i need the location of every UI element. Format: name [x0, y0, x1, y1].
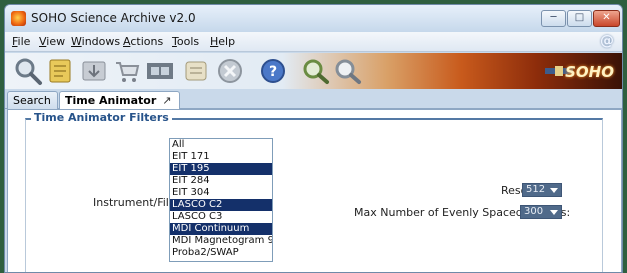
- filmstrip-icon[interactable]: [145, 56, 175, 86]
- instrument-option[interactable]: EIT 195: [170, 163, 272, 175]
- app-window: SOHO Science Archive v2.0 ─ □ ✕ File Vie…: [4, 4, 623, 273]
- close-button[interactable]: ✕: [593, 10, 620, 27]
- search-zoom-icon[interactable]: [301, 56, 331, 86]
- instrument-option[interactable]: LASCO C3: [170, 211, 272, 223]
- instrument-option[interactable]: All: [170, 139, 272, 151]
- instrument-option[interactable]: EIT 304: [170, 187, 272, 199]
- instrument-option[interactable]: Proba2/SWAP: [170, 247, 272, 259]
- instrument-filter-list[interactable]: All EIT 171 EIT 195 EIT 284 EIT 304 LASCO C2 L…: [169, 138, 273, 262]
- svg-text:?: ?: [269, 64, 277, 80]
- menu-file[interactable]: File: [12, 35, 30, 48]
- menu-bar: File View Windows Actions Tools Help @: [5, 32, 622, 52]
- title-bar[interactable]: SOHO Science Archive v2.0 ─ □ ✕: [5, 5, 622, 32]
- panel-title: Time Animator Filters: [31, 111, 172, 124]
- menu-windows[interactable]: Windows: [71, 35, 120, 48]
- max-images-select[interactable]: 300: [520, 205, 562, 219]
- minimize-button[interactable]: ─: [541, 10, 566, 27]
- stop-icon[interactable]: [215, 56, 245, 86]
- time-animator-filters-panel: Time Animator Filters Instrument/Filter:…: [25, 111, 603, 272]
- search-clear-icon[interactable]: [333, 56, 363, 86]
- soho-logo: SOHO: [565, 63, 614, 81]
- toolbar: ? SOHO: [5, 53, 622, 89]
- sun-app-icon: [11, 11, 26, 26]
- max-images-value: 300: [524, 206, 544, 217]
- chevron-down-icon: [550, 210, 558, 215]
- instrument-option[interactable]: EIT 171: [170, 151, 272, 163]
- chevron-down-icon: [550, 188, 558, 193]
- tab-time-animator-label: Time Animator: [65, 94, 157, 107]
- tab-search-label: Search: [13, 94, 51, 107]
- maximize-button[interactable]: □: [567, 10, 592, 27]
- help-icon[interactable]: ?: [258, 56, 288, 86]
- resolution-value: 512: [526, 184, 546, 195]
- instrument-option[interactable]: LASCO C2: [170, 199, 272, 211]
- resolution-select[interactable]: 512: [522, 183, 562, 197]
- instrument-option[interactable]: EIT 284: [170, 175, 272, 187]
- menu-at-icon[interactable]: @: [600, 33, 614, 49]
- menu-actions[interactable]: Actions: [123, 35, 163, 48]
- magnifier-icon[interactable]: [13, 56, 43, 86]
- tab-bar: Search Time Animator↗ – ×: [5, 89, 622, 120]
- download-icon[interactable]: [79, 56, 109, 86]
- scroll-icon[interactable]: [181, 56, 211, 86]
- tab-time-animator[interactable]: Time Animator↗ – ×: [59, 91, 180, 120]
- instrument-option[interactable]: MDI Continuum: [170, 223, 272, 235]
- tab-search[interactable]: Search: [7, 91, 58, 109]
- notebook-icon[interactable]: [45, 56, 75, 86]
- menu-view[interactable]: View: [39, 35, 65, 48]
- window-title: SOHO Science Archive v2.0: [31, 11, 196, 25]
- menu-tools[interactable]: Tools: [172, 35, 199, 48]
- cart-icon[interactable]: [112, 56, 142, 86]
- tab-content: Time Animator Filters Instrument/Filter:…: [7, 109, 622, 272]
- instrument-option[interactable]: MDI Magnetogram 96m: [170, 235, 272, 247]
- menu-help[interactable]: Help: [210, 35, 235, 48]
